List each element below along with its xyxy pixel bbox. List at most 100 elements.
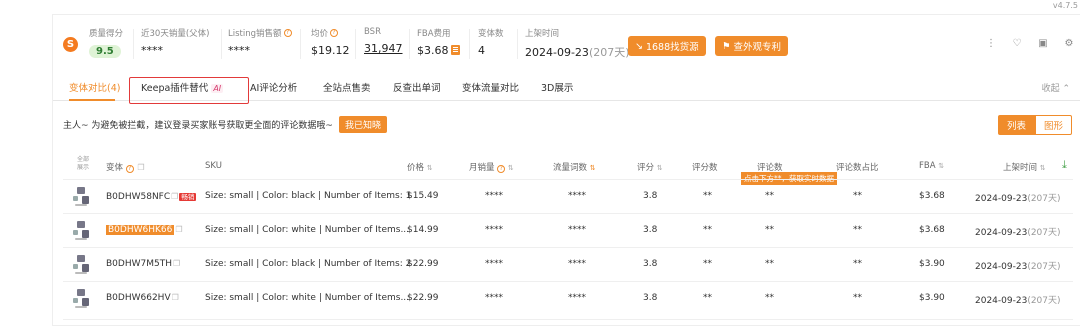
- stat-variants: 变体数 4: [478, 27, 504, 57]
- tab-ai-review[interactable]: AI评论分析: [250, 80, 297, 94]
- stat-label: FBA费用: [417, 29, 451, 39]
- quality-score-badge: 9.5: [89, 45, 121, 58]
- help-icon[interactable]: ?: [497, 165, 506, 173]
- col-rating-count: 评分数: [692, 163, 718, 173]
- asin-cell: B0DHW6HK66 ❐: [106, 225, 183, 235]
- asin-cell: B0DHW662HV❐: [106, 293, 179, 303]
- rating-count-cell[interactable]: **: [703, 259, 712, 269]
- tab-3d[interactable]: 3D展示: [541, 80, 573, 94]
- product-thumbnail[interactable]: [73, 286, 91, 310]
- copy-icon[interactable]: ❐: [137, 163, 144, 172]
- rating-count-cell[interactable]: **: [703, 293, 712, 303]
- days-since: (207天): [588, 46, 630, 59]
- product-thumbnail[interactable]: [73, 218, 91, 242]
- traffic-words-cell[interactable]: ****: [568, 225, 586, 235]
- review-ratio-cell[interactable]: **: [853, 259, 862, 269]
- favorite-heart-icon[interactable]: ♡: [1008, 34, 1026, 52]
- stat-fba: FBA费用 $3.68: [417, 27, 460, 57]
- tab-reverse-keywords[interactable]: 反查出单词: [393, 80, 441, 94]
- asin-link[interactable]: B0DHW6HK66: [106, 225, 175, 235]
- more-icon[interactable]: ⋮: [982, 34, 1000, 52]
- tab-all-sites[interactable]: 全站点售卖: [323, 80, 371, 94]
- stat-label: 近30天销量(父体): [141, 29, 210, 39]
- stat-label: Listing销售额: [228, 29, 282, 39]
- col-review-ratio: 评论数占比: [836, 163, 879, 173]
- monthly-sales-cell[interactable]: ****: [485, 191, 503, 201]
- copy-icon[interactable]: ❐: [172, 293, 179, 302]
- bsr-link[interactable]: 31,947: [364, 42, 403, 55]
- review-ratio-cell[interactable]: **: [853, 293, 862, 303]
- acknowledge-button[interactable]: 我已知晓: [338, 116, 387, 133]
- monthly-sales-cell[interactable]: ****: [485, 293, 503, 303]
- sku-cell: Size: small | Color: black | Number of I…: [205, 259, 412, 269]
- copy-icon[interactable]: ❐: [171, 192, 178, 201]
- collapse-toggle[interactable]: 收起 ⌃: [1042, 81, 1070, 94]
- review-count-cell[interactable]: **: [765, 293, 774, 303]
- listed-cell: 2024-09-23(207天): [975, 296, 1061, 306]
- review-count-cell[interactable]: **: [765, 225, 774, 235]
- asin-cell: B0DHW58NFC❐ 畅销: [106, 191, 197, 202]
- review-count-cell[interactable]: **: [765, 259, 774, 269]
- col-listed[interactable]: 上架时间 ⇅: [1003, 161, 1046, 173]
- tab-variant-compare[interactable]: 变体对比(4): [69, 80, 120, 94]
- plugin-logo-icon: S: [63, 37, 78, 52]
- rating-count-cell[interactable]: **: [703, 191, 712, 201]
- product-thumbnail[interactable]: [73, 252, 91, 276]
- stat-label: 质量得分: [89, 29, 124, 39]
- review-ratio-cell[interactable]: **: [853, 225, 862, 235]
- asin-link[interactable]: B0DHW7M5TH: [106, 259, 172, 269]
- table-header: 全部展示 变体 ? ❐ SKU 价格 ⇅ 月销量 ? ⇅ 流量词数 ⇅ 评分 ⇅…: [63, 155, 1073, 179]
- monthly-sales-cell[interactable]: ****: [485, 259, 503, 269]
- table-row[interactable]: B0DHW7M5TH❐ Size: small | Color: black | …: [63, 247, 1073, 281]
- traffic-words-cell[interactable]: ****: [568, 293, 586, 303]
- download-icon[interactable]: ⤓: [1062, 158, 1067, 172]
- review-count-cell[interactable]: **: [765, 191, 774, 201]
- export-icon[interactable]: ▣: [1034, 34, 1052, 52]
- list-view-button[interactable]: 列表: [997, 115, 1035, 135]
- traffic-words-cell[interactable]: ****: [568, 259, 586, 269]
- col-rating[interactable]: 评分 ⇅: [637, 161, 663, 173]
- stat-listing-sales: Listing销售额? ****: [228, 27, 292, 57]
- table-row[interactable]: B0DHW6HK66 ❐ Size: small | Color: white | …: [63, 213, 1073, 247]
- sort-icon: ⇅: [656, 164, 663, 172]
- help-icon[interactable]: ?: [283, 29, 292, 37]
- table-row[interactable]: B0DHW58NFC❐ 畅销 Size: small | Color: black …: [63, 179, 1073, 213]
- settings-icon[interactable]: ⚙: [1060, 34, 1078, 52]
- rating-count-cell[interactable]: **: [703, 225, 712, 235]
- help-icon[interactable]: ?: [330, 29, 339, 37]
- col-fba[interactable]: FBA ⇅: [919, 161, 944, 171]
- stat-label: 变体数: [478, 29, 504, 39]
- copy-icon[interactable]: ❐: [173, 259, 180, 268]
- show-all-toggle[interactable]: 全部展示: [77, 156, 91, 172]
- sort-icon: ⇅: [1039, 164, 1046, 172]
- traffic-words-cell[interactable]: ****: [568, 191, 586, 201]
- stat-label: BSR: [364, 27, 381, 37]
- highlight-box: [129, 77, 249, 104]
- help-icon[interactable]: ?: [125, 165, 134, 173]
- calculator-icon[interactable]: [450, 45, 460, 55]
- active-tab-indicator: [69, 99, 115, 101]
- stat-avg-price: 均价? $19.12: [311, 27, 350, 57]
- col-traffic-words[interactable]: 流量词数 ⇅: [553, 161, 596, 173]
- table-row[interactable]: B0DHW662HV❐ Size: small | Color: white | …: [63, 281, 1073, 315]
- patent-icon: ⚑: [722, 40, 731, 52]
- monthly-sales-cell[interactable]: ****: [485, 225, 503, 235]
- stat-label: 上架时间: [525, 29, 560, 39]
- col-price[interactable]: 价格 ⇅: [407, 161, 433, 173]
- stat-sales30: 近30天销量(父体) ****: [141, 27, 209, 57]
- review-ratio-cell[interactable]: **: [853, 191, 862, 201]
- stat-value: 4: [478, 44, 485, 57]
- login-notice: 主人~ 为避免被拦截，建议登录买家账号获取更全面的评论数据哦~ 我已知晓: [63, 116, 387, 133]
- asin-link[interactable]: B0DHW662HV: [106, 293, 171, 303]
- col-monthly-sales[interactable]: 月销量 ? ⇅: [469, 161, 514, 173]
- patent-button[interactable]: ⚑ 查外观专利: [715, 36, 789, 56]
- fba-cell: $3.90: [919, 293, 945, 303]
- graph-view-button[interactable]: 图形: [1034, 115, 1072, 135]
- sku-cell: Size: small | Color: black | Number of I…: [205, 191, 412, 201]
- tab-variant-traffic[interactable]: 变体流量对比: [462, 80, 519, 94]
- rating-cell: 3.8: [643, 191, 658, 201]
- copy-icon[interactable]: ❐: [175, 225, 182, 234]
- asin-link[interactable]: B0DHW58NFC: [106, 192, 170, 202]
- source-1688-button[interactable]: ↘ 1688找货源: [628, 36, 706, 56]
- product-thumbnail[interactable]: [73, 184, 91, 208]
